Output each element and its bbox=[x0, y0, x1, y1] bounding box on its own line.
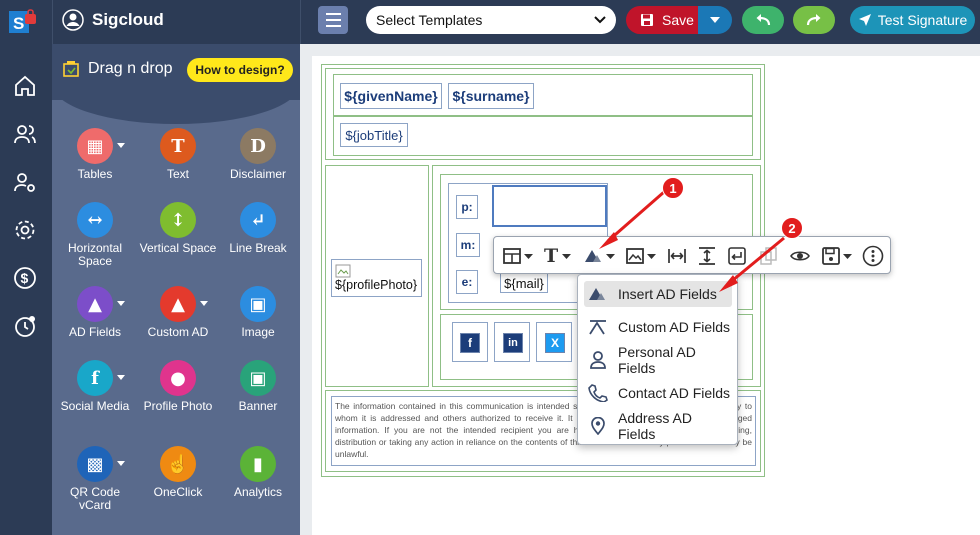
annotation-badge-2: 2 bbox=[781, 217, 803, 239]
annotation-arrows bbox=[599, 190, 785, 292]
annotation-badge-1: 1 bbox=[662, 177, 684, 199]
